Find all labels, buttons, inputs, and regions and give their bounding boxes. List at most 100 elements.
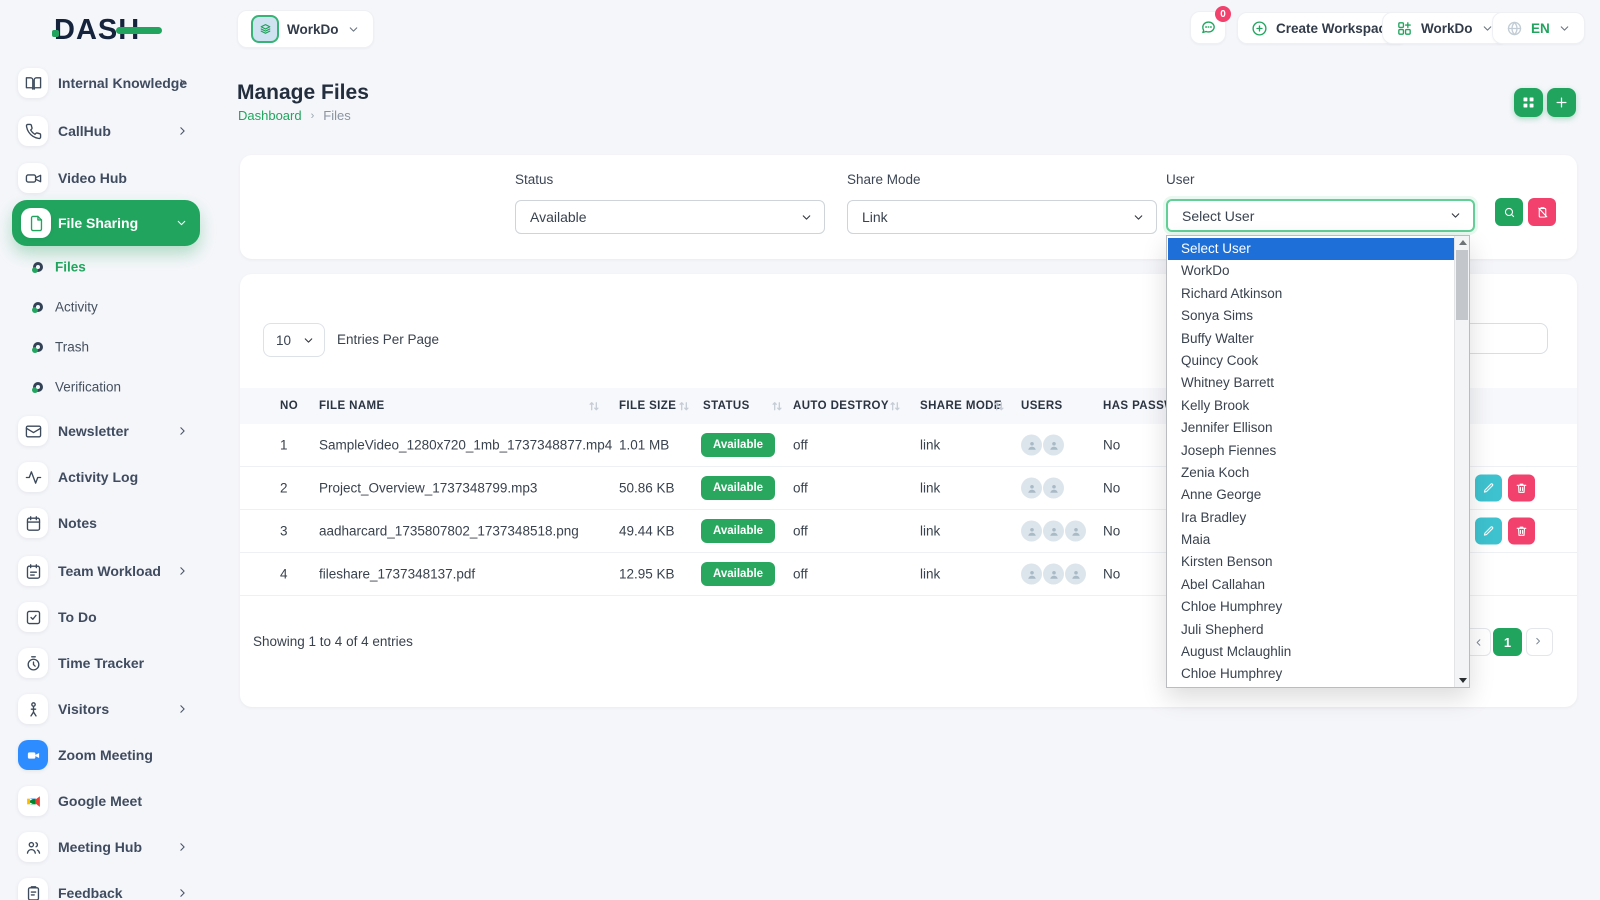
user-option[interactable]: WorkDo	[1168, 260, 1454, 282]
user-option[interactable]: Kirsten Benson	[1168, 551, 1454, 573]
column-header-file-size[interactable]: FILE SIZE	[619, 400, 676, 412]
sidebar-item-label: To Do	[58, 609, 97, 625]
cell-no: 1	[280, 438, 288, 453]
column-header-share-mode[interactable]: SHARE MODE	[920, 400, 1002, 412]
user-option[interactable]: Quincy Cook	[1168, 350, 1454, 372]
row-actions	[1475, 518, 1535, 545]
sort-icon	[588, 400, 600, 413]
avatar	[1043, 435, 1064, 456]
user-option[interactable]: Ira Bradley	[1168, 507, 1454, 529]
entries-per-page-label: Entries Per Page	[337, 332, 439, 347]
breadcrumb-dashboard-link[interactable]: Dashboard	[238, 108, 302, 123]
user-option[interactable]: Abel Callahan	[1168, 574, 1454, 596]
bullet-icon	[33, 262, 43, 272]
user-option[interactable]: Zenia Koch	[1168, 462, 1454, 484]
sidebar-item-activity-log[interactable]: Activity Log	[0, 462, 210, 492]
sidebar-item-time-tracker[interactable]: Time Tracker	[0, 648, 210, 678]
column-header-file-name[interactable]: FILE NAME	[319, 400, 385, 412]
user-option[interactable]: Chloe Humphrey	[1168, 663, 1454, 685]
entries-per-page-select[interactable]: 10	[263, 323, 325, 357]
sidebar-item-visitors[interactable]: Visitors	[0, 694, 210, 724]
language-selector[interactable]: EN	[1492, 12, 1585, 44]
sort-icon	[771, 400, 783, 413]
user-option[interactable]: Maia	[1168, 529, 1454, 551]
sidebar-item-internal-knowledge[interactable]: Internal Knowledge	[0, 68, 210, 98]
column-header-auto-destroy[interactable]: AUTO DESTROY	[793, 400, 889, 412]
chevron-down-icon	[347, 23, 360, 36]
sort-icon	[993, 400, 1005, 413]
user-option[interactable]: Anne George	[1168, 484, 1454, 506]
envelope-icon	[18, 416, 48, 446]
sidebar-item-meeting-hub[interactable]: Meeting Hub	[0, 832, 210, 862]
column-header-users[interactable]: USERS	[1021, 400, 1063, 412]
google-meet-icon	[18, 786, 48, 816]
avatar	[1065, 564, 1086, 585]
chevron-right-icon	[176, 887, 189, 900]
share-mode-select[interactable]: Link	[847, 200, 1157, 234]
user-option[interactable]: Kelly Brook	[1168, 395, 1454, 417]
sidebar-item-team-workload[interactable]: Team Workload	[0, 556, 210, 586]
column-header-no[interactable]: NO	[280, 400, 298, 412]
scrollbar-thumb[interactable]	[1456, 250, 1468, 320]
search-button[interactable]	[1495, 198, 1523, 226]
add-file-button[interactable]	[1547, 88, 1576, 117]
pagination-page-1[interactable]: 1	[1493, 628, 1522, 656]
user-option[interactable]: Jennifer Ellison	[1168, 417, 1454, 439]
sidebar-item-label: Activity Log	[58, 469, 138, 485]
sidebar-item-notes[interactable]: Notes	[0, 508, 210, 538]
chevron-left-icon	[1473, 637, 1484, 648]
sidebar-item-video-hub[interactable]: Video Hub	[0, 163, 210, 193]
user-option[interactable]: Buffy Walter	[1168, 328, 1454, 350]
user-option[interactable]: Whitney Barrett	[1168, 372, 1454, 394]
file-icon	[21, 208, 51, 238]
sidebar: DASH Internal Knowledge CallHub Video Hu…	[0, 0, 210, 900]
user-option[interactable]: Richard Atkinson	[1168, 283, 1454, 305]
workspace-switcher[interactable]: WorkDo	[237, 10, 374, 48]
sidebar-item-feedback[interactable]: Feedback	[0, 878, 210, 900]
sidebar-item-callhub[interactable]: CallHub	[0, 116, 210, 146]
user-option[interactable]: Joseph Fiennes	[1168, 440, 1454, 462]
sidebar-item-verification[interactable]: Verification	[0, 377, 210, 397]
table-summary: Showing 1 to 4 of 4 entries	[253, 634, 413, 649]
scroll-down-arrow[interactable]	[1455, 674, 1470, 687]
messages-button[interactable]: 0	[1190, 11, 1226, 44]
avatar	[1065, 521, 1086, 542]
user-option[interactable]: Select User	[1168, 238, 1454, 260]
user-option[interactable]: Chloe Humphrey	[1168, 596, 1454, 618]
chevron-right-icon	[176, 703, 189, 716]
user-option[interactable]: Juli Shepherd	[1168, 619, 1454, 641]
cell-has-password: No	[1103, 438, 1120, 453]
sidebar-item-file-sharing[interactable]: File Sharing	[12, 200, 200, 246]
cell-file-size: 49.44 KB	[619, 524, 675, 539]
status-select[interactable]: Available	[515, 200, 825, 234]
check-square-icon	[18, 602, 48, 632]
reset-filter-button[interactable]	[1528, 198, 1556, 226]
pagination-next-button[interactable]	[1526, 628, 1553, 656]
sidebar-item-zoom-meeting[interactable]: Zoom Meeting	[0, 740, 210, 770]
sidebar-item-label: CallHub	[58, 123, 111, 139]
grid-view-button[interactable]	[1514, 88, 1543, 117]
sidebar-item-activity[interactable]: Activity	[0, 297, 210, 317]
user-select[interactable]: Select User	[1166, 199, 1475, 232]
bullet-icon	[33, 382, 43, 392]
sidebar-item-google-meet[interactable]: Google Meet	[0, 786, 210, 816]
column-header-status[interactable]: STATUS	[703, 400, 750, 412]
workspace-menu[interactable]: WorkDo	[1382, 12, 1508, 44]
dash-logo[interactable]: DASH	[54, 14, 174, 48]
user-option[interactable]: Sonya Sims	[1168, 305, 1454, 327]
dropdown-scrollbar[interactable]	[1454, 236, 1469, 687]
delete-button[interactable]	[1508, 518, 1535, 545]
cell-has-password: No	[1103, 481, 1120, 496]
delete-button[interactable]	[1508, 475, 1535, 502]
sidebar-item-newsletter[interactable]: Newsletter	[0, 416, 210, 446]
user-filter-label: User	[1166, 172, 1195, 187]
sidebar-item-trash[interactable]: Trash	[0, 337, 210, 357]
sidebar-item-files[interactable]: Files	[0, 257, 210, 277]
edit-button[interactable]	[1475, 475, 1502, 502]
scroll-up-arrow[interactable]	[1455, 236, 1470, 249]
edit-button[interactable]	[1475, 518, 1502, 545]
pencil-icon	[1482, 482, 1495, 495]
avatar	[1021, 521, 1042, 542]
user-option[interactable]: August Mclaughlin	[1168, 641, 1454, 663]
sidebar-item-to-do[interactable]: To Do	[0, 602, 210, 632]
